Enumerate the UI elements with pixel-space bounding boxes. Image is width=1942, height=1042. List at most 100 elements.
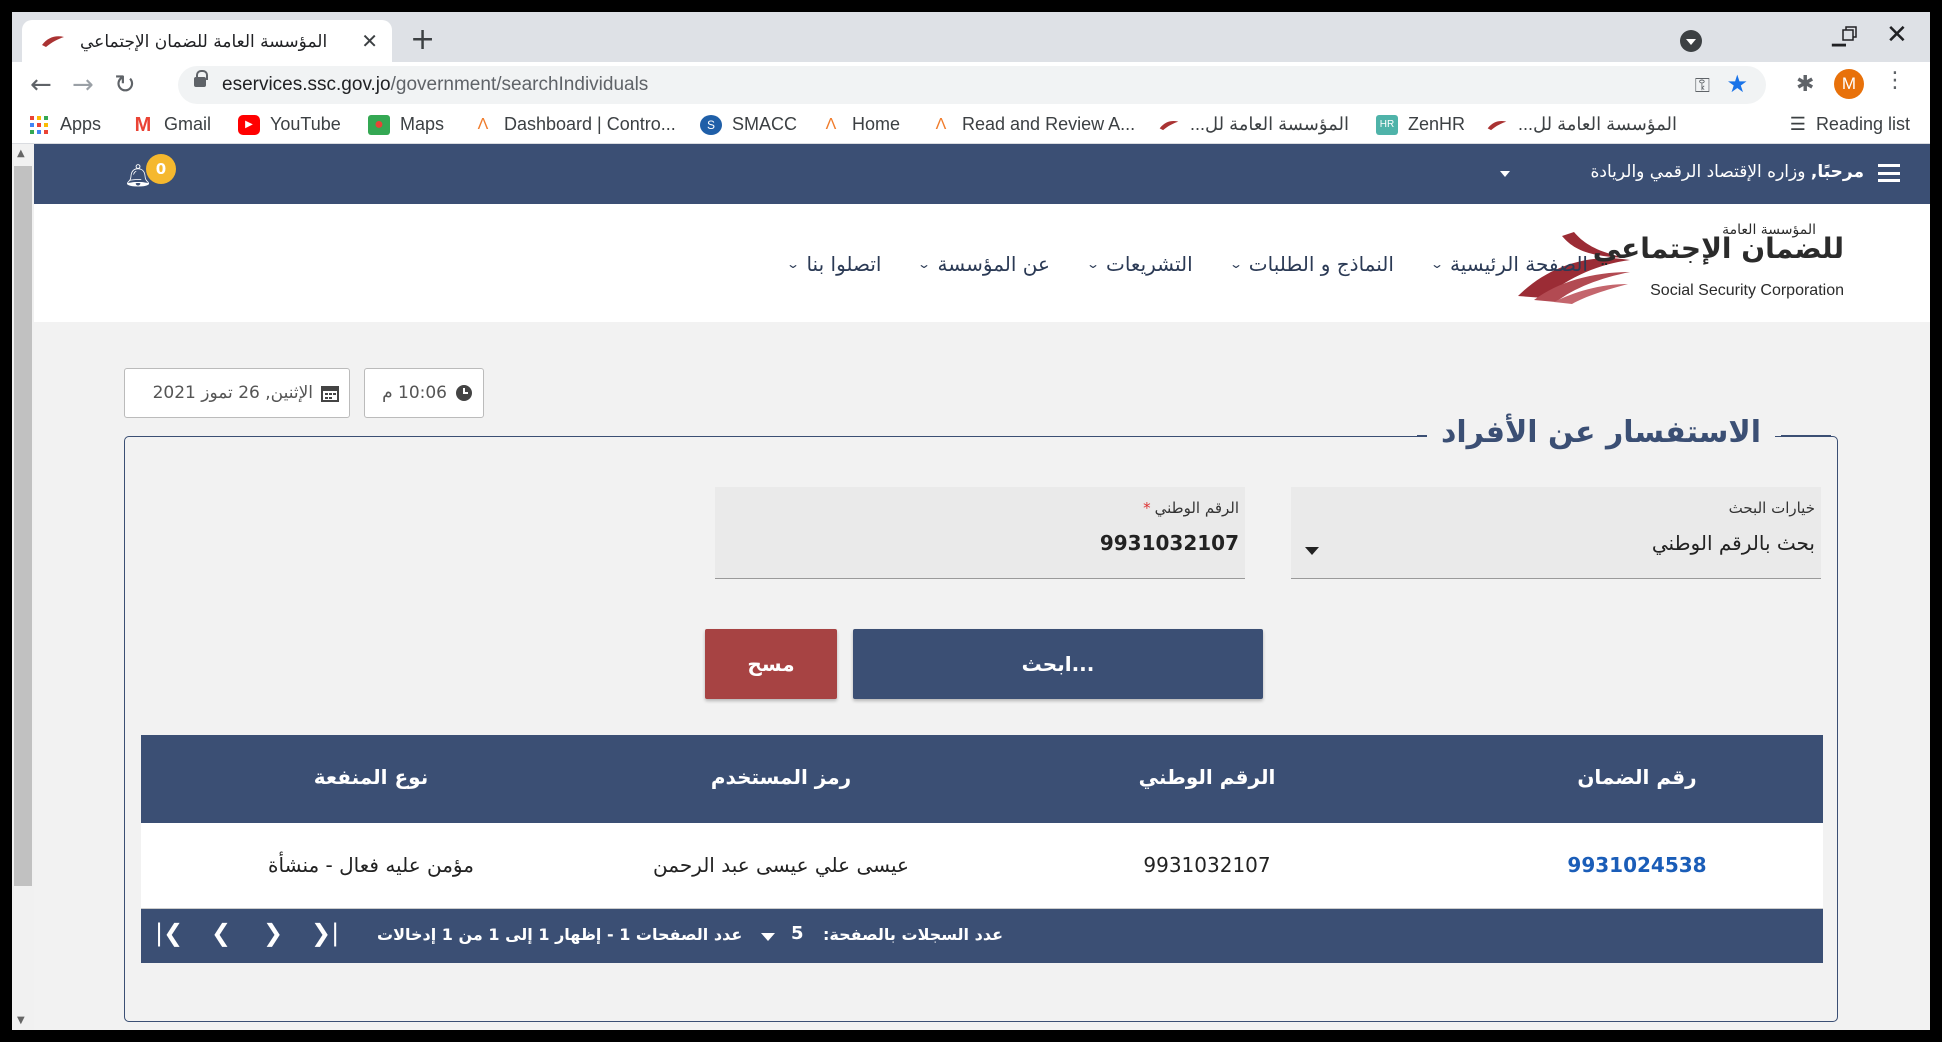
- table-header: رقم الضمان الرقم الوطني رمز المستخدم نوع…: [141, 735, 1823, 823]
- bookmark-zenhr[interactable]: HR ZenHR: [1376, 114, 1465, 135]
- bookmark-label: Apps: [60, 114, 102, 134]
- bookmark-ssc-2[interactable]: المؤسسة العامة لل...: [1486, 114, 1677, 135]
- page-size-caret-icon[interactable]: [761, 933, 775, 941]
- smacc-icon: S: [700, 114, 722, 135]
- page-info: عدد الصفحات 1 - إظهار 1 إلى 1 من 1 إدخال…: [377, 925, 743, 944]
- column-header[interactable]: رقم الضمان: [1537, 765, 1737, 789]
- time-text: 10:06 م: [382, 383, 447, 403]
- url-text: eservices.ssc.gov.jo/government/searchIn…: [222, 74, 649, 95]
- page-scrollbar[interactable]: ▲ ▼: [12, 144, 34, 1030]
- scroll-down-icon[interactable]: ▼: [17, 1015, 25, 1026]
- bookmark-apps[interactable]: Apps: [28, 114, 101, 135]
- nav-label: التشريعات: [1106, 252, 1193, 276]
- table-cell: عيسى علي عيسى عبد الرحمن: [653, 853, 909, 877]
- nav-home[interactable]: الصفحة الرئيسية ⌄: [1429, 252, 1588, 276]
- back-icon[interactable]: ←: [30, 70, 52, 100]
- first-page-icon[interactable]: |❮: [155, 919, 183, 947]
- national-id-field[interactable]: الرقم الوطني* 9931032107: [715, 487, 1245, 579]
- a-logo-icon: Λ: [935, 115, 947, 133]
- column-header[interactable]: الرقم الوطني: [1097, 765, 1317, 789]
- nav-label: اتصلوا بنا: [806, 252, 882, 276]
- clock-icon: [456, 385, 472, 401]
- nav-label: الصفحة الرئيسية: [1450, 252, 1588, 276]
- browser-toolbar: ← → ↻ eservices.ssc.gov.jo/government/se…: [12, 62, 1930, 106]
- search-panel: الاستفسار عن الأفراد خيارات البحث بحث با…: [124, 415, 1838, 1022]
- hamburger-menu-icon[interactable]: [1878, 164, 1900, 182]
- field-label: خيارات البحث: [1728, 499, 1815, 517]
- tab-search-icon[interactable]: [1680, 30, 1702, 52]
- nav-about[interactable]: عن المؤسسة ⌄: [917, 252, 1049, 276]
- bookmark-label: Read and Review A...: [962, 114, 1136, 134]
- search-button[interactable]: ابحث...: [853, 629, 1263, 699]
- welcome-user[interactable]: مرحبًا, وزاره الإقتصاد الرقمي والريادة: [1591, 162, 1864, 182]
- tab-strip: المؤسسة العامة للضمان الإجتماعي ✕ + ▁ ✕: [12, 12, 1930, 62]
- apps-grid-icon: [30, 115, 48, 134]
- browser-tab[interactable]: المؤسسة العامة للضمان الإجتماعي ✕: [22, 20, 392, 62]
- last-page-icon[interactable]: ❯|: [311, 919, 339, 947]
- chevron-down-icon: ⌄: [1085, 257, 1101, 271]
- forward-icon[interactable]: →: [72, 70, 94, 100]
- chevron-down-icon[interactable]: [1500, 171, 1510, 177]
- bookmark-home[interactable]: Λ Home: [820, 114, 900, 135]
- table-row[interactable]: 9931024538 9931032107 عيسى علي عيسى عبد …: [141, 823, 1823, 909]
- bookmark-maps[interactable]: ● Maps: [368, 114, 444, 135]
- bookmark-gmail[interactable]: M Gmail: [132, 114, 211, 135]
- key-icon[interactable]: ⚿: [1695, 73, 1710, 97]
- nav-legislation[interactable]: التشريعات ⌄: [1085, 252, 1193, 276]
- bookmark-label: YouTube: [270, 114, 341, 134]
- scroll-up-icon[interactable]: ▲: [17, 148, 25, 159]
- browser-menu-icon[interactable]: ⋮: [1884, 68, 1906, 93]
- lock-icon: [194, 70, 208, 87]
- chevron-down-icon: ⌄: [1228, 257, 1243, 271]
- window-close-icon[interactable]: ✕: [1886, 20, 1908, 50]
- gmail-icon: M: [134, 113, 152, 136]
- page-content: مرحبًا, وزاره الإقتصاد الرقمي والريادة 🔔…: [34, 144, 1930, 1030]
- table-cell: 9931032107: [1143, 853, 1271, 877]
- bookmarks-bar: Apps M Gmail ▶ YouTube ● Maps Λ Dashboar…: [12, 106, 1930, 144]
- field-label: الرقم الوطني*: [1143, 499, 1239, 517]
- column-header[interactable]: رمز المستخدم: [661, 765, 901, 789]
- bookmark-label: Gmail: [164, 114, 212, 134]
- panel-title: الاستفسار عن الأفراد: [1416, 415, 1832, 450]
- browser-window: المؤسسة العامة للضمان الإجتماعي ✕ + ▁ ✕ …: [12, 12, 1930, 1030]
- scrollbar-thumb[interactable]: [14, 166, 32, 886]
- a-logo-icon: Λ: [825, 115, 837, 133]
- ssc-bird-icon: [1159, 120, 1179, 130]
- reading-list-button[interactable]: ☰ Reading list: [1790, 114, 1910, 135]
- restore-icon[interactable]: [1842, 26, 1858, 42]
- bookmark-label: المؤسسة العامة لل...: [1518, 114, 1678, 134]
- a-logo-icon: Λ: [477, 115, 489, 133]
- table-pagination: |❮ ❮ ❯ ❯| عدد الصفحات 1 - إظهار 1 إلى 1 …: [141, 909, 1823, 963]
- nav-forms[interactable]: النماذج و الطلبات ⌄: [1228, 252, 1394, 276]
- main-navbar: المؤسسة العامة للضمان الإجتماعي Social S…: [34, 204, 1930, 322]
- nav-contact[interactable]: اتصلوا بنا ⌄: [786, 252, 882, 276]
- address-bar[interactable]: eservices.ssc.gov.jo/government/searchIn…: [178, 66, 1766, 104]
- page-size-select[interactable]: 5: [791, 923, 804, 944]
- next-page-icon[interactable]: ❯: [263, 919, 283, 947]
- close-tab-icon[interactable]: ✕: [361, 29, 378, 53]
- extensions-icon[interactable]: ✱: [1796, 72, 1814, 97]
- search-option-select[interactable]: خيارات البحث بحث بالرقم الوطني: [1291, 487, 1821, 579]
- new-tab-button[interactable]: +: [410, 22, 435, 57]
- bookmark-smacc[interactable]: S SMACC: [700, 114, 797, 135]
- column-header[interactable]: نوع المنفعة: [251, 765, 491, 789]
- reading-list-label: Reading list: [1815, 114, 1910, 134]
- bookmark-youtube[interactable]: ▶ YouTube: [238, 114, 341, 135]
- table-cell: مؤمن عليه فعال - منشأة: [268, 853, 474, 877]
- profile-avatar[interactable]: M: [1834, 69, 1864, 99]
- reload-icon[interactable]: ↻: [114, 70, 136, 100]
- dropdown-caret-icon: [1305, 547, 1319, 555]
- clear-button[interactable]: مسح: [705, 629, 837, 699]
- ssn-link[interactable]: 9931024538: [1537, 853, 1737, 877]
- bookmark-ssc-1[interactable]: المؤسسة العامة لل...: [1158, 114, 1349, 135]
- bookmark-read-review[interactable]: Λ Read and Review A...: [930, 114, 1135, 135]
- notification-badge[interactable]: 0: [146, 154, 176, 184]
- bookmark-label: SMACC: [732, 114, 798, 134]
- bookmark-star-icon[interactable]: ★: [1726, 70, 1748, 98]
- prev-page-icon[interactable]: ❮: [211, 919, 231, 947]
- bookmark-label: Maps: [400, 114, 445, 134]
- bookmark-dashboard[interactable]: Λ Dashboard | Contro...: [472, 114, 676, 135]
- main-nav: الصفحة الرئيسية ⌄ النماذج و الطلبات ⌄ التش…: [786, 252, 1588, 276]
- chevron-down-icon: ⌄: [1429, 257, 1445, 271]
- field-value: 9931032107: [1099, 531, 1239, 555]
